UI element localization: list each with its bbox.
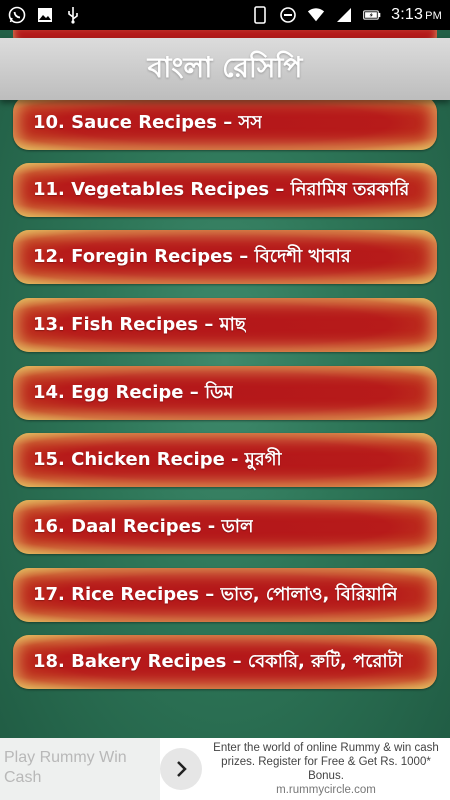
- recipe-label: 12. Foregin Recipes – বিদেশী খাবার: [33, 245, 351, 267]
- usb-icon: [64, 6, 82, 24]
- ad-headline[interactable]: Play Rummy Win Cash: [0, 738, 160, 800]
- do-not-disturb-icon: [279, 6, 297, 24]
- recipe-label: 14. Egg Recipe – ডিম: [33, 381, 234, 403]
- image-icon: [36, 6, 54, 24]
- chevron-right-icon[interactable]: [160, 748, 202, 790]
- recipe-button-rice[interactable]: 17. Rice Recipes – ভাত, পোলাও, বিরিয়ানি: [13, 568, 437, 622]
- recipe-button-foreign[interactable]: 12. Foregin Recipes – বিদেশী খাবার: [13, 230, 437, 284]
- recipe-label: 16. Daal Recipes - ডাল: [33, 515, 254, 537]
- status-time: 3:13 PM: [391, 6, 442, 23]
- recipe-button-fish[interactable]: 13. Fish Recipes – মাছ: [13, 298, 437, 352]
- phone-icon: [251, 6, 269, 24]
- recipe-button-chicken[interactable]: 15. Chicken Recipe - মুরগী: [13, 433, 437, 487]
- wifi-icon: [307, 6, 325, 24]
- battery-icon: [363, 6, 381, 24]
- signal-icon: [335, 6, 353, 24]
- ad-description: Enter the world of online Rummy & win ca…: [213, 742, 439, 782]
- recipe-label: 10. Sauce Recipes – সস: [33, 111, 263, 133]
- recipe-button-sauce[interactable]: 10. Sauce Recipes – সস: [13, 96, 437, 150]
- status-bar: 3:13 PM: [0, 0, 450, 30]
- recipe-button-bakery[interactable]: 18. Bakery Recipes – বেকারি, রুটি, পরোটা: [13, 635, 437, 689]
- ad-banner[interactable]: Play Rummy Win Cash Enter the world of o…: [0, 738, 450, 800]
- recipe-button-daal[interactable]: 16. Daal Recipes - ডাল: [13, 500, 437, 554]
- app-title: বাংলা রেসিপি: [147, 50, 303, 84]
- recipe-button-egg[interactable]: 14. Egg Recipe – ডিম: [13, 366, 437, 420]
- whatsapp-icon: [8, 6, 26, 24]
- ad-url: m.rummycircle.com: [276, 784, 376, 796]
- recipe-label: 15. Chicken Recipe - মুরগী: [33, 448, 282, 470]
- recipe-label: 17. Rice Recipes – ভাত, পোলাও, বিরিয়ানি: [33, 583, 398, 605]
- app-header: বাংলা রেসিপি: [0, 38, 450, 100]
- ad-body[interactable]: Enter the world of online Rummy & win ca…: [202, 741, 450, 797]
- recipe-label: 11. Vegetables Recipes – নিরামিষ তরকারি: [33, 178, 410, 200]
- recipe-label: 18. Bakery Recipes – বেকারি, রুটি, পরোটা: [33, 650, 403, 672]
- recipe-button-vegetables[interactable]: 11. Vegetables Recipes – নিরামিষ তরকারি: [13, 163, 437, 217]
- recipe-label: 13. Fish Recipes – মাছ: [33, 313, 246, 335]
